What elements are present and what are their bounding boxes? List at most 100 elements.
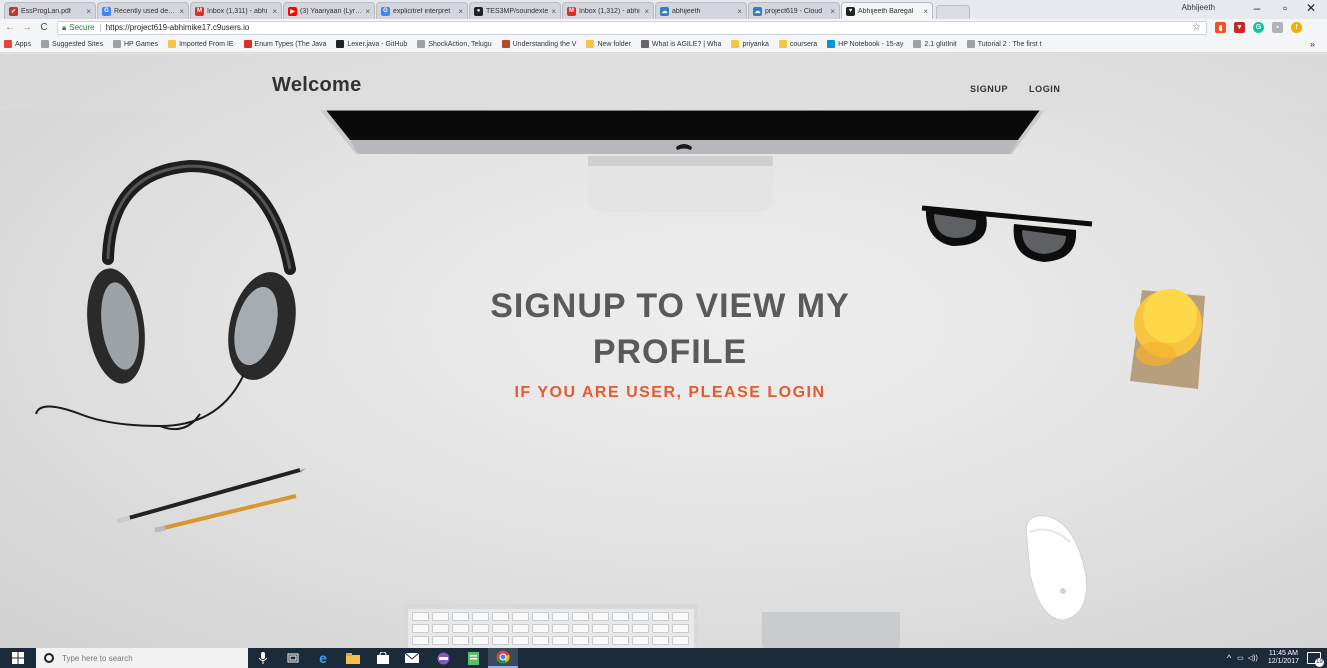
keyboard-key — [492, 624, 509, 633]
tab-close-icon[interactable]: × — [86, 7, 91, 16]
new-tab-button[interactable] — [936, 5, 970, 19]
browser-tab[interactable]: ✔ EssProgLan.pdf × — [4, 2, 96, 19]
action-center-icon[interactable]: 19 — [1307, 652, 1324, 667]
bookmarks-bar: Apps Suggested Sites HP Games Imported From… — [0, 36, 1327, 53]
more-bookmarks-icon[interactable]: » — [1310, 39, 1315, 49]
keyboard-key — [452, 612, 469, 621]
tab-close-icon[interactable]: × — [458, 7, 463, 16]
bookmark-item[interactable]: ShockAction, Telugu — [417, 40, 492, 48]
notification-count: 19 — [1315, 658, 1324, 667]
bookmark-star-icon[interactable]: ☆ — [1192, 22, 1201, 33]
bookmark-item[interactable]: HP Notebook - 15-ay — [827, 40, 903, 48]
extension-shield-icon[interactable]: ▼ — [1234, 22, 1245, 33]
keyboard-key — [492, 612, 509, 621]
bookmark-item[interactable]: Understanding the V — [501, 40, 576, 48]
browser-tab[interactable]: ☁ abhijeeth × — [655, 2, 747, 19]
cortana-circle-icon — [44, 653, 54, 663]
keyboard-key — [412, 636, 429, 645]
browser-tab[interactable]: M Inbox (1,312) - abhi × — [562, 2, 654, 19]
tab-title: explicitref interpret — [393, 7, 451, 15]
file-explorer-icon[interactable] — [338, 648, 368, 668]
bookmark-item[interactable]: Suggested Sites — [40, 40, 103, 48]
bookmark-label: What is AGILE? | Wha — [651, 40, 722, 48]
headphones-image — [35, 159, 296, 430]
site-brand[interactable]: Welcome — [272, 74, 362, 97]
clock[interactable]: 11:45 AM 12/1/2017 — [1268, 650, 1299, 666]
address-bar[interactable]: 🔒︎ Secure | https://project619-abhimike1… — [57, 20, 1207, 35]
pencils-image — [117, 468, 306, 533]
notepad-icon[interactable] — [458, 648, 488, 668]
extension-notification-icon[interactable]: ! — [1291, 22, 1302, 33]
tab-close-icon[interactable]: × — [830, 7, 835, 16]
close-window-button[interactable]: ✕ — [1299, 1, 1323, 15]
gmail-icon: M — [195, 6, 204, 16]
mail-icon[interactable] — [398, 648, 428, 668]
windows-start-icon[interactable] — [0, 648, 36, 668]
bookmark-icon — [731, 40, 740, 48]
bookmark-icon — [336, 40, 345, 48]
windows-taskbar: Type here to search e ^ ▭ ◁)) 11:45 AM 1… — [0, 648, 1327, 668]
monitor-image — [320, 110, 1045, 212]
maximize-button[interactable]: ▫ — [1273, 1, 1297, 15]
tab-close-icon[interactable]: × — [179, 7, 184, 16]
signup-link[interactable]: SIGNUP — [970, 84, 1008, 94]
bookmark-icon — [778, 40, 787, 48]
taskbar-search-input[interactable]: Type here to search — [36, 648, 248, 668]
app-circle-icon[interactable] — [428, 648, 458, 668]
keyboard-key — [432, 612, 449, 621]
extension-bookmark-icon[interactable]: ▮ — [1215, 22, 1226, 33]
youtube-icon: ▶ — [288, 6, 297, 16]
tab-close-icon[interactable]: × — [551, 7, 556, 16]
network-icon[interactable]: ▭ — [1237, 654, 1244, 662]
bookmark-icon — [168, 40, 177, 48]
bookmark-item[interactable]: Apps — [4, 40, 31, 48]
url-text[interactable]: https://project619-abhimike17.c9users.io — [106, 23, 250, 32]
keyboard-key — [492, 636, 509, 645]
tab-close-icon[interactable]: × — [365, 7, 370, 16]
browser-tab[interactable]: ▶ (3) Yaariyaan (Lyrics × — [283, 2, 375, 19]
browser-tab[interactable]: ♥ Abhijeeth Baregal × — [841, 2, 933, 19]
google-icon: G — [102, 6, 111, 16]
profile-name[interactable]: Abhijeeth — [1182, 3, 1215, 12]
extension-grammarly-icon[interactable]: G — [1253, 22, 1264, 33]
login-link[interactable]: LOGIN — [1029, 84, 1061, 94]
edge-icon[interactable]: e — [308, 648, 338, 668]
bookmark-item[interactable]: Imported From IE — [168, 40, 234, 48]
volume-icon[interactable]: ◁)) — [1248, 654, 1258, 662]
tab-close-icon[interactable]: × — [923, 7, 928, 16]
tab-close-icon[interactable]: × — [272, 7, 277, 16]
bookmark-item[interactable]: Lexer.java - GitHub — [336, 40, 407, 48]
hero-heading-line2: PROFILE — [592, 333, 748, 371]
browser-tab[interactable]: G Recently used devic × — [97, 2, 189, 19]
chrome-taskbar-icon[interactable] — [488, 648, 518, 668]
github-icon: ● — [474, 6, 483, 16]
back-icon[interactable]: ← — [3, 22, 17, 33]
tab-title: Inbox (1,312) - abhi — [579, 7, 640, 15]
bookmark-item[interactable]: priyanka — [731, 40, 769, 48]
tray-chevron-icon[interactable]: ^ — [1227, 653, 1231, 663]
tab-close-icon[interactable]: × — [737, 7, 742, 16]
keyboard-key — [632, 636, 649, 645]
extension-gray-icon[interactable]: ▪ — [1272, 22, 1283, 33]
reload-icon[interactable]: C — [37, 22, 51, 33]
bookmark-item[interactable]: HP Games — [112, 40, 158, 48]
tab-close-icon[interactable]: × — [644, 7, 649, 16]
bookmark-item[interactable]: New folder — [586, 40, 631, 48]
microphone-icon[interactable] — [248, 648, 278, 668]
hero-subheading: IF YOU ARE USER, PLEASE LOGIN — [514, 384, 826, 401]
store-icon[interactable] — [368, 648, 398, 668]
forward-icon[interactable]: → — [20, 22, 34, 33]
hero-heading-line1: SIGNUP TO VIEW MY — [490, 287, 850, 325]
browser-tab[interactable]: ● TES3MP/soundexte × — [469, 2, 561, 19]
bookmark-item[interactable]: Enum Types (The Java — [243, 40, 326, 48]
minimize-button[interactable]: – — [1245, 1, 1269, 15]
bookmark-item[interactable]: What is AGILE? | Wha — [640, 40, 722, 48]
bookmark-item[interactable]: coursera — [778, 40, 817, 48]
keyboard-key — [592, 612, 609, 621]
browser-tab[interactable]: M Inbox (1,311) - abhi × — [190, 2, 282, 19]
bookmark-item[interactable]: Tutorial 2 : The first t — [966, 40, 1042, 48]
browser-tab[interactable]: ☁ project619 - Cloud × — [748, 2, 840, 19]
task-view-icon[interactable] — [278, 648, 308, 668]
browser-tab[interactable]: Gexplicitref interpret × — [376, 2, 468, 19]
bookmark-item[interactable]: 2.1 glutInit — [913, 40, 957, 48]
